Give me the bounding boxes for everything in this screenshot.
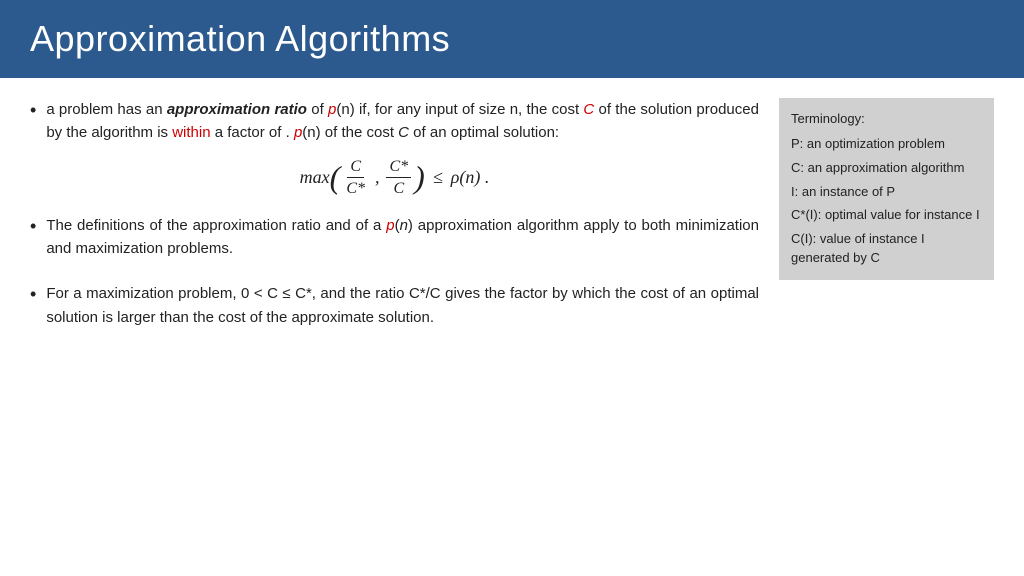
sidebar: Terminology: P: an optimization problem … — [779, 98, 994, 280]
n-var-2: n — [510, 101, 518, 118]
close-paren: ) — [414, 161, 425, 193]
sidebar-item-p: P: an optimization problem — [791, 135, 982, 154]
bullet-dot-3: • — [30, 282, 36, 307]
slide: Approximation Algorithms • a problem has… — [0, 0, 1024, 576]
p-red-2: p — [294, 124, 302, 141]
frac-cstar-c: C* C — [386, 157, 411, 198]
sidebar-item-cstar-i: C*(I): optimal value for instance I — [791, 206, 982, 225]
frac-c-cstar: C C* — [343, 157, 368, 198]
n-var-1: n — [341, 101, 349, 118]
n-var-3: n — [307, 124, 315, 141]
open-paren: ( — [330, 161, 341, 193]
bullet-dot-2: • — [30, 214, 36, 239]
bullet-text-2: The definitions of the approximation rat… — [46, 214, 759, 261]
sidebar-title: Terminology: — [791, 110, 982, 129]
bullet-item-3: • For a maximization problem, 0 < C ≤ C*… — [30, 282, 759, 329]
p-red-3: p — [386, 217, 394, 234]
sidebar-item-c-i: C(I): value of instance I generated by C — [791, 230, 982, 268]
title-bar: Approximation Algorithms — [0, 0, 1024, 78]
content-area: • a problem has an approximation ratio o… — [0, 98, 1024, 341]
formula: max ( C C* , C* C ) ≤ ρ(n) . — [300, 157, 490, 198]
bullet-text-1: a problem has an approximation ratio of … — [46, 98, 759, 145]
main-content: • a problem has an approximation ratio o… — [30, 98, 759, 341]
frac-numerator-2: C* — [386, 157, 411, 178]
n-var-4: n — [400, 217, 408, 234]
p-red-1: p — [328, 101, 336, 118]
c-red-1: C — [583, 101, 594, 118]
rho-expr: ρ(n) . — [451, 164, 490, 191]
within-label: within — [172, 124, 210, 141]
slide-title: Approximation Algorithms — [30, 18, 994, 60]
spacer — [30, 272, 759, 282]
frac-numerator-1: C — [347, 157, 364, 178]
frac-denominator-1: C* — [343, 178, 368, 198]
sidebar-item-c: C: an approximation algorithm — [791, 159, 982, 178]
bullet-text-3: For a maximization problem, 0 < C ≤ C*, … — [46, 282, 759, 329]
bullet-dot-1: • — [30, 98, 36, 123]
leq-symbol: ≤ — [433, 164, 443, 191]
frac-denominator-2: C — [390, 178, 407, 198]
comma: , — [375, 164, 380, 191]
sidebar-item-i: I: an instance of P — [791, 183, 982, 202]
bullet-item-1: • a problem has an approximation ratio o… — [30, 98, 759, 145]
bullet-item-2: • The definitions of the approximation r… — [30, 214, 759, 261]
c-italic-1: C — [398, 124, 409, 141]
approx-ratio-label: approximation ratio — [167, 101, 307, 118]
formula-area: max ( C C* , C* C ) ≤ ρ(n) . — [30, 157, 759, 198]
